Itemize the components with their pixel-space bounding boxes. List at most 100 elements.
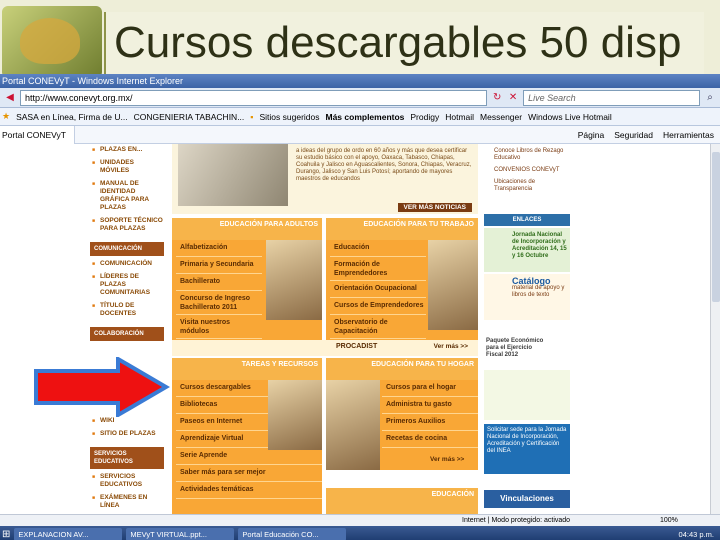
status-bar: Internet | Modo protegido: activado 100% [0,514,720,526]
link[interactable]: Administra tu gasto [382,397,478,414]
hogar-links: Cursos para el hogar Administra tu gasto… [382,380,478,448]
nav-heading: COMUNICACIÓN [90,242,164,256]
browser-window: Portal CONEVyT - Windows Internet Explor… [0,74,720,540]
fav-item[interactable]: SASA en Línea, Firma de U... [16,112,128,122]
tab-portal[interactable]: Portal CONEVyT [0,125,75,144]
fav-item[interactable]: Prodigy [410,112,439,122]
refresh-icon[interactable]: ↻ [491,92,503,104]
scroll-thumb[interactable] [712,152,720,302]
nav-item[interactable]: SITIO DE PLAZAS [88,428,164,441]
red-arrow-pointer [34,357,170,417]
nav-item[interactable]: UNIDADES MÓVILES [88,157,164,178]
link[interactable]: Primaria y Secundaria [176,257,262,274]
nav-item[interactable]: EXÁMENES EN LÍNEA [88,492,164,513]
right-link[interactable]: Conoce Libros de Rezago Educativo [494,148,568,162]
right-link[interactable]: Ubicaciones de Transparencia [494,179,568,193]
link[interactable]: Actividades temáticas [176,482,322,499]
start-icon[interactable]: ⊞ [2,529,10,540]
jornada-banner[interactable]: Jornada Nacional de Incorporación y Acre… [484,228,570,272]
catalogo-subtitle: material de apoyo y libros de texto [512,285,565,298]
solicitar-banner[interactable]: Solicitar sede para la Jornada Nacional … [484,424,570,474]
catalogo-title: Catálogo [512,276,551,286]
left-nav: PLAZAS EN... UNIDADES MÓVILES MANUAL DE … [88,144,164,514]
window-title: Portal CONEVyT - Windows Internet Explor… [0,74,720,88]
ver-mas-link[interactable]: Ver más >> [430,456,464,463]
favorites-bar: ★ SASA en Línea, Firma de U... CONGENIER… [0,108,720,126]
favorites-star-icon[interactable]: ★ [2,111,10,122]
hogar-header[interactable]: EDUCACIÓN PARA TU HOGAR [326,358,478,380]
news-photo [178,144,288,206]
link[interactable]: Educación [330,240,426,257]
web-page: PLAZAS EN... UNIDADES MÓVILES MANUAL DE … [0,144,720,514]
search-icon[interactable]: ⌕ [704,92,716,104]
nav-item[interactable]: LÍDERES DE PLAZAS COMUNITARIAS [88,271,164,300]
stop-icon[interactable]: ✕ [507,92,519,104]
nav-heading: COLABORACIÓN [90,327,164,341]
fav-item[interactable]: Sitios sugeridos [259,112,319,122]
taskbar-item[interactable]: MEVyT VIRTUAL.ppt... [126,527,235,540]
link[interactable]: Visita nuestros módulos [176,315,262,339]
nav-item[interactable]: COMUNICACIÓN [88,258,164,271]
link[interactable]: Orientación Ocupacional [330,281,426,298]
fav-item[interactable]: Windows Live Hotmail [528,112,612,122]
news-block: a ideas del grupo de ordo en 60 años y m… [172,144,478,214]
zoom-level[interactable]: 100% [660,515,678,526]
anniversary-banner[interactable] [484,370,570,420]
trabajo-links: Educación Formación de Emprendedores Ori… [330,240,426,339]
fav-item[interactable]: Más complementos [326,112,405,122]
link[interactable]: Observatorio de Capacitación [330,315,426,339]
clock: 04:43 p.m. [678,529,714,539]
link[interactable]: Formación de Emprendedores [330,257,426,281]
procadist-link[interactable]: PROCADIST [336,343,377,350]
catalogo-banner[interactable]: Catálogo material de apoyo y libros de t… [484,274,570,320]
tareas-header[interactable]: TAREAS Y RECURSOS [172,358,322,380]
taskbar-item[interactable]: EXPLANACION AV... [14,527,123,540]
nav-heading: SERVICIOS EDUCATIVOS [90,447,164,469]
page-scrollbar[interactable] [710,144,720,514]
more-news-button[interactable]: VER MÁS NOTICIAS [397,203,472,212]
fav-item[interactable]: Hotmail [445,112,474,122]
link[interactable]: Saber más para ser mejor [176,465,322,482]
link[interactable]: Bachillerato [176,274,262,291]
taskbar-item[interactable]: Portal Educación CO... [238,527,347,540]
fav-item[interactable]: CONGENIERIA TABACHIN... [134,112,245,122]
link[interactable]: Concurso de Ingreso Bachillerato 2011 [176,291,262,315]
link[interactable]: Cursos de Emprendedores [330,298,426,315]
nav-item[interactable]: SERVICIOS EDUCATIVOS [88,471,164,492]
trabajo-photo [428,240,478,330]
trabajo-header[interactable]: EDUCACIÓN PARA TU TRABAJO [326,218,478,240]
url-input[interactable]: http://www.conevyt.org.mx/ [19,89,488,106]
back-icon[interactable]: ◀ [4,92,16,104]
link[interactable]: Cursos para el hogar [382,380,478,397]
right-column: Conoce Libros de Rezago Educativo CONVEN… [484,144,570,514]
link[interactable]: Primeros Auxilios [382,414,478,431]
slide-logo [2,6,102,78]
nav-item[interactable]: SOPORTE TÉCNICO PARA PLAZAS [88,215,164,236]
link[interactable]: Recetas de cocina [382,431,478,448]
paquete-banner[interactable]: Paquete Económico para el Ejercicio Fisc… [484,336,570,368]
security-menu[interactable]: Seguridad [614,130,653,140]
adultos-header[interactable]: EDUCACIÓN PARA ADULTOS [172,218,322,240]
right-link[interactable]: CONVENIOS CONEVyT [494,167,568,174]
taskbar: ⊞ EXPLANACION AV... MEVyT VIRTUAL.ppt...… [0,526,720,540]
fav-icon: ▪ [250,111,254,122]
adultos-links: Alfabetización Primaria y Secundaria Bac… [176,240,262,339]
tools-menu[interactable]: Herramientas [663,130,714,140]
vinculaciones-banner[interactable]: Vinculaciones [484,490,570,508]
fav-item[interactable]: Messenger [480,112,522,122]
tareas-photo [268,380,322,450]
address-bar: ◀ http://www.conevyt.org.mx/ ↻ ✕ Live Se… [0,88,720,108]
procadist-row: PROCADIST Ver más >> [172,340,478,356]
ver-mas-link[interactable]: Ver más >> [434,343,468,350]
search-input[interactable]: Live Search [523,89,701,106]
slide-header: Cursos descargables 50 disp [0,0,720,78]
link[interactable]: Serie Aprende [176,448,322,465]
nav-item[interactable]: MANUAL DE IDENTIDAD GRÁFICA PARA PLAZAS [88,178,164,215]
enlaces-header: ENLACES [484,214,570,226]
bottom-header[interactable]: EDUCACIÓN [326,488,478,514]
status-text: Internet | Modo protegido: activado [462,517,571,524]
nav-item[interactable]: TÍTULO DE DOCENTES [88,300,164,321]
page-menu[interactable]: Página [578,130,604,140]
nav-item[interactable]: PLAZAS EN... [88,144,164,157]
link[interactable]: Alfabetización [176,240,262,257]
